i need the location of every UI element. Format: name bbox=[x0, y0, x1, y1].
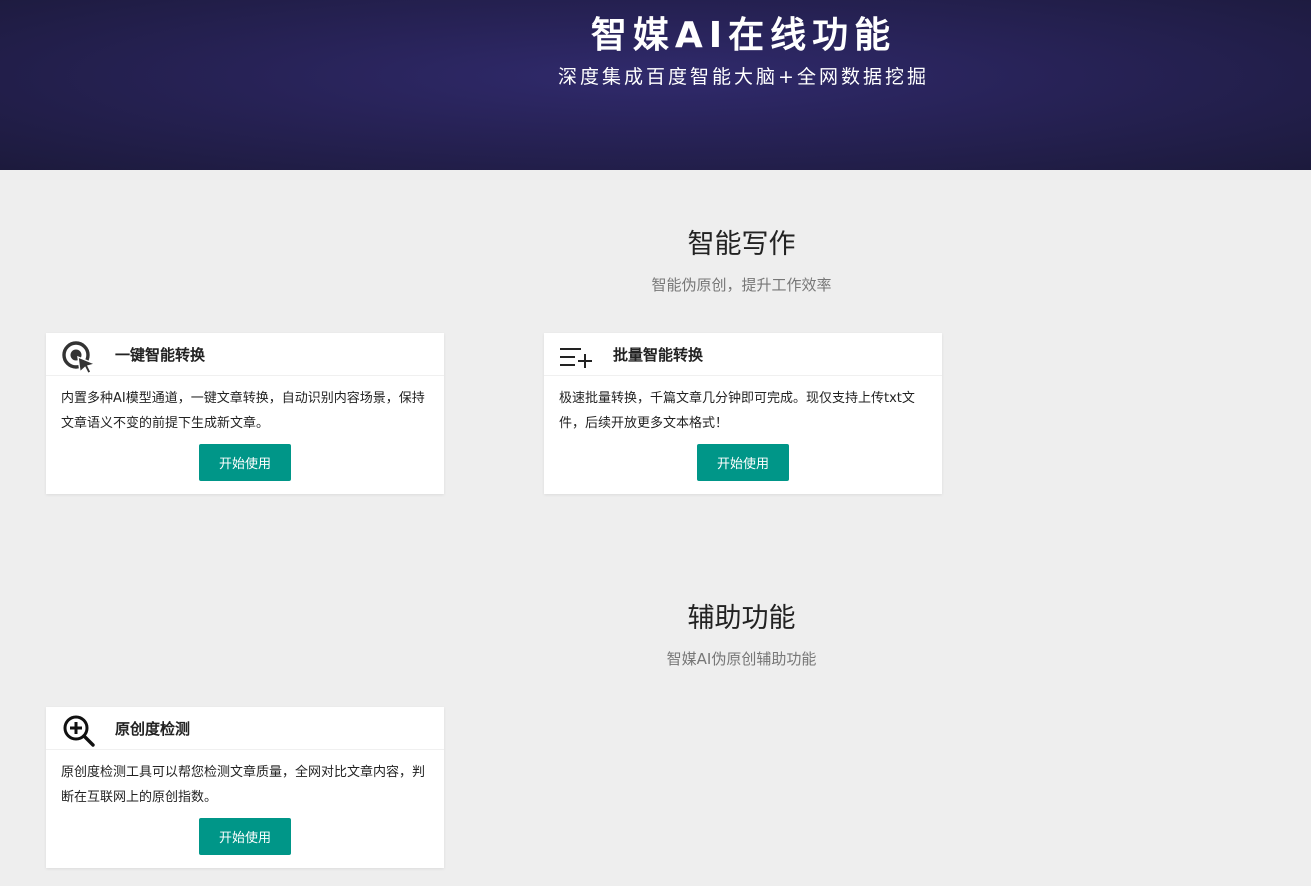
list-add-icon bbox=[560, 348, 592, 368]
section-title-auxiliary: 辅助功能 bbox=[687, 603, 796, 634]
card-batch-convert: 批量智能转换 极速批量转换，千篇文章几分钟即可完成。现仅支持上传txt文件，后续… bbox=[544, 333, 942, 494]
section-title-writing: 智能写作 bbox=[687, 229, 796, 260]
card-header: 一键智能转换 bbox=[46, 333, 444, 376]
start-button[interactable]: 开始使用 bbox=[199, 444, 291, 481]
hero-subtitle: 深度集成百度智能大脑+全网数据挖掘 bbox=[558, 66, 929, 88]
card-one-click-convert: 一键智能转换 内置多种AI模型通道，一键文章转换，自动识别内容场景，保持文章语义… bbox=[46, 333, 444, 494]
card-description: 内置多种AI模型通道，一键文章转换，自动识别内容场景，保持文章语义不变的前提下生… bbox=[61, 391, 425, 431]
card-header: 原创度检测 bbox=[46, 707, 444, 750]
section-subtitle-auxiliary: 智媒AI伪原创辅助功能 bbox=[666, 650, 817, 668]
card-title: 一键智能转换 bbox=[115, 346, 206, 364]
hero-banner: 智媒AI在线功能 深度集成百度智能大脑+全网数据挖掘 bbox=[0, 0, 1311, 170]
pointer-target-icon bbox=[62, 341, 98, 374]
hero-title: 智媒AI在线功能 bbox=[590, 15, 897, 56]
start-button[interactable]: 开始使用 bbox=[199, 818, 291, 855]
card-description: 原创度检测工具可以帮您检测文章质量，全网对比文章内容，判断在互联网上的原创指数。 bbox=[61, 765, 426, 805]
card-title: 批量智能转换 bbox=[613, 346, 704, 364]
section-subtitle-writing: 智能伪原创，提升工作效率 bbox=[651, 276, 832, 294]
card-header: 批量智能转换 bbox=[544, 333, 942, 376]
start-button[interactable]: 开始使用 bbox=[697, 444, 789, 481]
card-description: 极速批量转换，千篇文章几分钟即可完成。现仅支持上传txt文件，后续开放更多文本格… bbox=[559, 391, 915, 431]
card-originality-check: 原创度检测 原创度检测工具可以帮您检测文章质量，全网对比文章内容，判断在互联网上… bbox=[46, 707, 444, 868]
card-title: 原创度检测 bbox=[115, 720, 191, 738]
zoom-in-icon bbox=[63, 715, 95, 747]
